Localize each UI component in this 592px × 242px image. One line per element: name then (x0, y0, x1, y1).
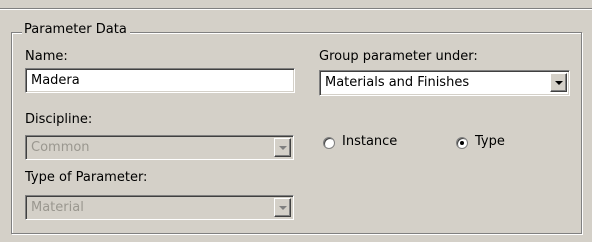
type-of-parameter-dropdown-button[interactable] (274, 198, 291, 217)
type-of-parameter-selected: Material (31, 200, 84, 215)
group-under-label: Group parameter under: (319, 49, 478, 64)
group-under-dropdown-button[interactable] (550, 73, 567, 92)
top-separator (0, 0, 592, 12)
name-input[interactable]: Madera (25, 68, 295, 93)
instance-radio[interactable] (323, 137, 335, 149)
groupbox-title: Parameter Data (22, 22, 130, 38)
type-of-parameter-select[interactable]: Material (25, 195, 294, 220)
chevron-down-icon (279, 206, 287, 210)
type-radio-label[interactable]: Type (475, 134, 505, 150)
discipline-label: Discipline: (25, 112, 93, 127)
parameter-properties-window: Parameter Data Name: Madera Group parame… (0, 0, 592, 242)
chevron-down-icon (555, 81, 563, 85)
instance-radio-label[interactable]: Instance (342, 134, 397, 150)
name-label: Name: (25, 49, 68, 64)
chevron-down-icon (279, 146, 287, 150)
type-radio[interactable] (456, 137, 468, 149)
discipline-select[interactable]: Common (25, 135, 294, 160)
radio-selected-dot (460, 141, 464, 145)
type-of-parameter-label: Type of Parameter: (25, 170, 148, 185)
discipline-dropdown-button[interactable] (274, 138, 291, 157)
group-under-select[interactable]: Materials and Finishes (319, 70, 570, 96)
name-input-value: Madera (31, 73, 80, 88)
discipline-selected: Common (31, 140, 90, 155)
group-under-selected: Materials and Finishes (325, 75, 470, 90)
